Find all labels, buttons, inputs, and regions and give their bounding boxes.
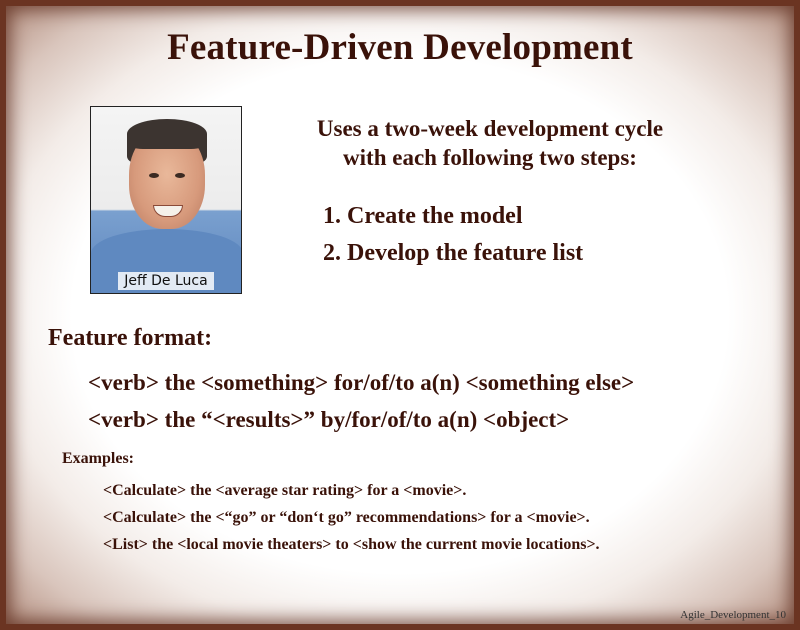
portrait-photo: Jeff De Luca	[90, 106, 242, 294]
examples-list: <Calculate> the <average star rating> fo…	[103, 477, 600, 558]
slide-footer: Agile_Development_10	[680, 609, 786, 621]
slide-title: Feature-Driven Development	[167, 27, 633, 68]
intro-line-1: Uses a two-week development cycle	[316, 116, 664, 141]
intro-text: Uses a two-week development cycle with e…	[270, 114, 710, 172]
step-item-2: 2. Develop the feature list	[323, 240, 584, 266]
examples-heading: Examples:	[62, 450, 134, 467]
photo-eye-right	[175, 173, 185, 178]
format-template-2: <verb> the “<results>” by/for/of/to a(n)…	[88, 407, 570, 432]
example-item-3: <List> the <local movie theaters> to <sh…	[103, 536, 600, 553]
step-item-1: 1. Create the model	[323, 203, 523, 229]
feature-format-list: <verb> the <something> for/of/to a(n) <s…	[88, 364, 634, 438]
format-template-1: <verb> the <something> for/of/to a(n) <s…	[88, 370, 635, 395]
steps-list: 1. Create the model 2. Develop the featu…	[323, 198, 583, 272]
example-item-1: <Calculate> the <average star rating> fo…	[103, 482, 467, 499]
photo-caption: Jeff De Luca	[91, 272, 241, 290]
intro-line-2: with each following two steps:	[343, 145, 637, 170]
feature-format-heading: Feature format:	[48, 325, 213, 351]
example-item-2: <Calculate> the <“go” or “don‘t go” reco…	[103, 509, 590, 526]
photo-hair-top	[127, 119, 207, 149]
photo-caption-text: Jeff De Luca	[118, 272, 214, 290]
photo-eye-left	[149, 173, 159, 178]
